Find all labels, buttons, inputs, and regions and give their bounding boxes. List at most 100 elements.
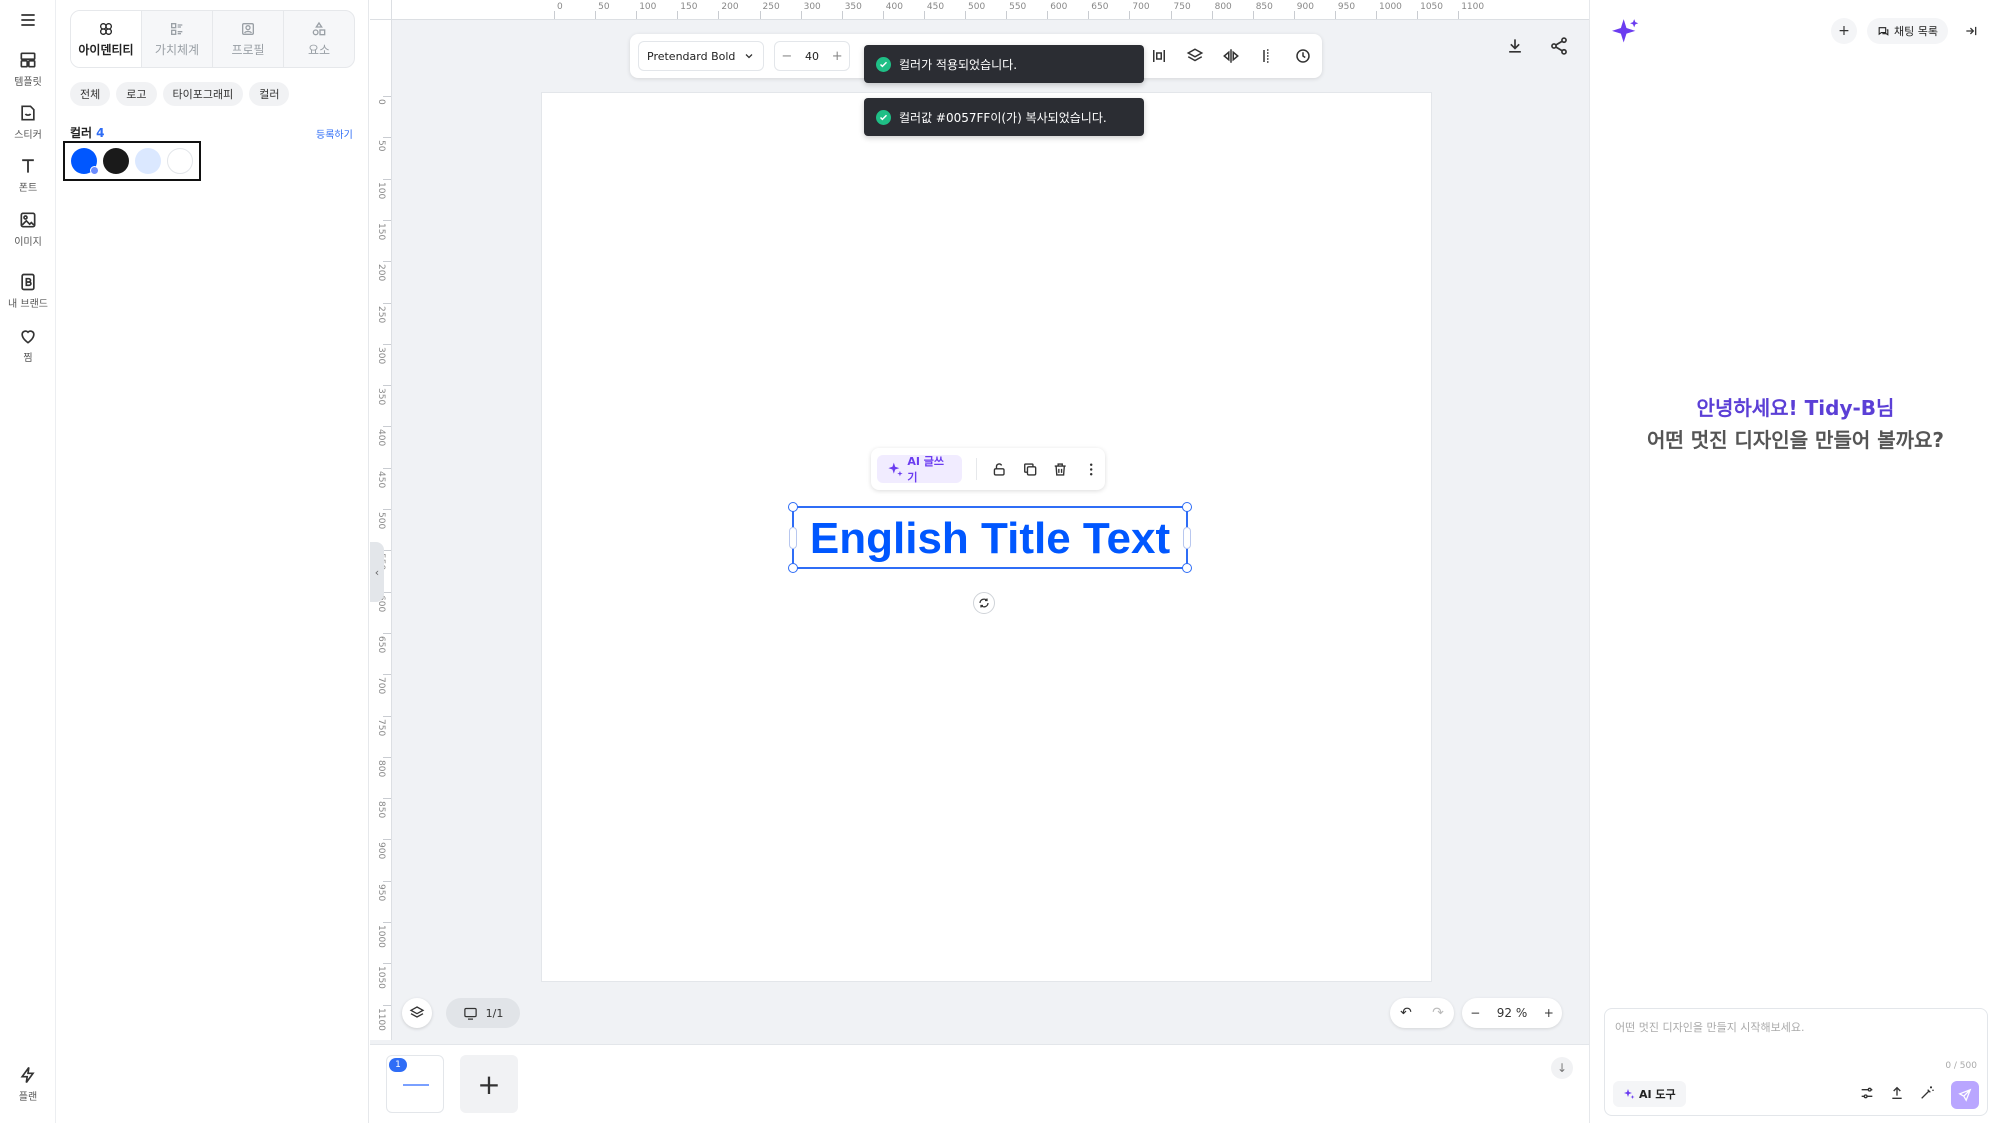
resize-handle-bottom-right[interactable]	[1182, 563, 1192, 573]
ruler-label: 500	[376, 512, 386, 530]
new-chat-button[interactable]: +	[1831, 18, 1858, 44]
color-swatch[interactable]	[103, 148, 129, 174]
profile-icon	[242, 22, 254, 35]
chip-color[interactable]: 컬러	[249, 82, 290, 106]
ruler-label: 600	[1050, 2, 1068, 12]
increase-size-button[interactable]: +	[832, 49, 843, 64]
tab-value-system[interactable]: 가치체계	[142, 11, 213, 67]
flip-icon[interactable]	[1222, 47, 1240, 65]
rail-item-sticker[interactable]: 스티커	[0, 103, 56, 141]
chat-list-button[interactable]: 채팅 목록	[1867, 18, 1948, 44]
ruler-label: 300	[803, 2, 821, 12]
tab-identity[interactable]: 아이덴티티	[71, 11, 142, 67]
rail-item-favorites[interactable]: 찜	[0, 326, 56, 364]
ai-tools-button[interactable]: AI 도구	[1613, 1081, 1686, 1107]
greeting-title: 안녕하세요! Tidy-B님	[1696, 396, 1895, 420]
ruler-label: 50	[598, 2, 610, 12]
chip-logo[interactable]: 로고	[116, 82, 157, 106]
animation-clock-icon[interactable]	[1294, 47, 1312, 65]
page-thumbnail[interactable]: 1	[386, 1055, 444, 1113]
decrease-size-button[interactable]: −	[781, 49, 792, 64]
tab-elements[interactable]: 요소	[284, 11, 354, 67]
title-text[interactable]: English Title Text	[794, 514, 1186, 564]
resize-handle-left[interactable]	[789, 527, 797, 549]
chip-all[interactable]: 전체	[70, 82, 111, 106]
share-icon[interactable]	[1549, 36, 1569, 56]
ruler-label: 100	[376, 181, 386, 199]
rail-item-font[interactable]: 폰트	[0, 156, 56, 194]
tab-profile[interactable]: 프로필	[213, 11, 284, 67]
collapse-chat-button[interactable]	[1958, 18, 1984, 44]
zoom-in-button[interactable]: +	[1544, 1006, 1554, 1020]
layers-icon[interactable]	[1186, 47, 1204, 65]
duplicate-icon[interactable]	[1022, 461, 1038, 478]
upload-icon[interactable]	[1889, 1085, 1905, 1101]
register-color-link[interactable]: 등록하기	[316, 126, 353, 141]
ruler-tick	[636, 11, 638, 19]
resize-handle-right[interactable]	[1183, 527, 1191, 549]
collapse-strip-button[interactable]: ↓	[1551, 1057, 1573, 1079]
magic-wand-icon[interactable]	[1919, 1085, 1935, 1101]
align-distribute-icon[interactable]	[1150, 47, 1168, 65]
rail-item-template[interactable]: 템플릿	[0, 50, 56, 88]
menu-button[interactable]	[0, 10, 56, 30]
rail-item-plan[interactable]: 플랜	[0, 1065, 56, 1103]
rotate-handle[interactable]	[973, 592, 995, 614]
ruler-label: 250	[762, 2, 780, 12]
add-page-button[interactable]: +	[460, 1055, 518, 1113]
ruler-tick	[1376, 11, 1377, 19]
unlock-icon[interactable]	[991, 461, 1007, 478]
menu-icon	[21, 14, 35, 26]
chat-bubble-icon	[1878, 26, 1889, 36]
layers-panel-button[interactable]	[402, 998, 432, 1028]
resize-handle-top-right[interactable]	[1182, 502, 1192, 512]
resize-handle-top-left[interactable]	[788, 502, 798, 512]
send-button[interactable]	[1951, 1081, 1979, 1109]
ai-write-button[interactable]: AI 글쓰기	[877, 455, 963, 484]
ruler-tick	[965, 11, 966, 19]
ruler-label: 1050	[1420, 2, 1443, 12]
ruler-label: 400	[376, 429, 386, 447]
redo-button[interactable]: ↷	[1432, 1005, 1444, 1021]
selected-text-element[interactable]: English Title Text	[788, 502, 1192, 573]
ruler-tick	[383, 715, 391, 717]
left-nav-rail: 템플릿 스티커 폰트 이미지 내 브랜드 찜 플랜	[0, 0, 56, 1123]
download-icon[interactable]	[1505, 36, 1525, 56]
page-indicator[interactable]: 1/1	[446, 998, 520, 1028]
transparency-icon[interactable]	[1258, 47, 1276, 65]
zoom-out-button[interactable]: −	[1470, 1006, 1480, 1020]
font-family-select[interactable]: Pretendard Bold	[638, 41, 764, 71]
toast-color-copied: 컬러값 #0057FF이(가) 복사되었습니다.	[864, 98, 1144, 136]
more-vertical-icon[interactable]	[1083, 461, 1099, 478]
layers-icon	[409, 1006, 425, 1018]
ruler-label: 350	[376, 388, 386, 406]
resize-handle-bottom-left[interactable]	[788, 563, 798, 573]
ruler-tick	[841, 11, 843, 19]
undo-button[interactable]: ↶	[1400, 1005, 1412, 1021]
ai-chat-panel: + 채팅 목록 안녕하세요! Tidy-B님 어떤 멋진 디자인을 만들어 볼까…	[1589, 0, 2000, 1123]
rail-item-brand[interactable]: 내 브랜드	[0, 272, 56, 310]
sticker-icon	[21, 105, 35, 121]
chip-typography[interactable]: 타이포그래피	[162, 82, 244, 106]
list-icon	[171, 22, 183, 35]
trash-icon[interactable]	[1052, 461, 1068, 478]
ruler-tick	[383, 1004, 391, 1006]
collapse-panel-button[interactable]: ‹	[370, 542, 384, 602]
chat-prompt-input[interactable]	[1615, 1019, 1975, 1059]
ruler-tick	[1334, 11, 1336, 19]
ruler-label: 800	[1214, 2, 1232, 12]
color-swatch[interactable]	[167, 148, 193, 174]
canvas-workspace[interactable]: 0 50 100 150 200 250 300 350 400 450 500 550 600 650 7…	[370, 0, 1589, 1123]
ruler-label: 200	[376, 264, 386, 282]
font-size-stepper[interactable]: − 40 +	[774, 41, 850, 71]
ruler-label: 750	[1173, 2, 1191, 12]
settings-sliders-icon[interactable]	[1859, 1085, 1875, 1101]
rail-item-image[interactable]: 이미지	[0, 210, 56, 248]
check-circle-icon	[876, 109, 891, 125]
color-swatch[interactable]	[135, 148, 161, 174]
vertical-ruler[interactable]: 0501001502002503003504004505005506006507…	[370, 20, 392, 1040]
color-swatch[interactable]	[71, 148, 99, 175]
page-icon	[463, 1007, 477, 1020]
sparkle-icon	[1624, 1089, 1635, 1099]
horizontal-ruler[interactable]: 0 50 100 150 200 250 300 350 400 450 500 550 600 650 7…	[392, 0, 1589, 20]
